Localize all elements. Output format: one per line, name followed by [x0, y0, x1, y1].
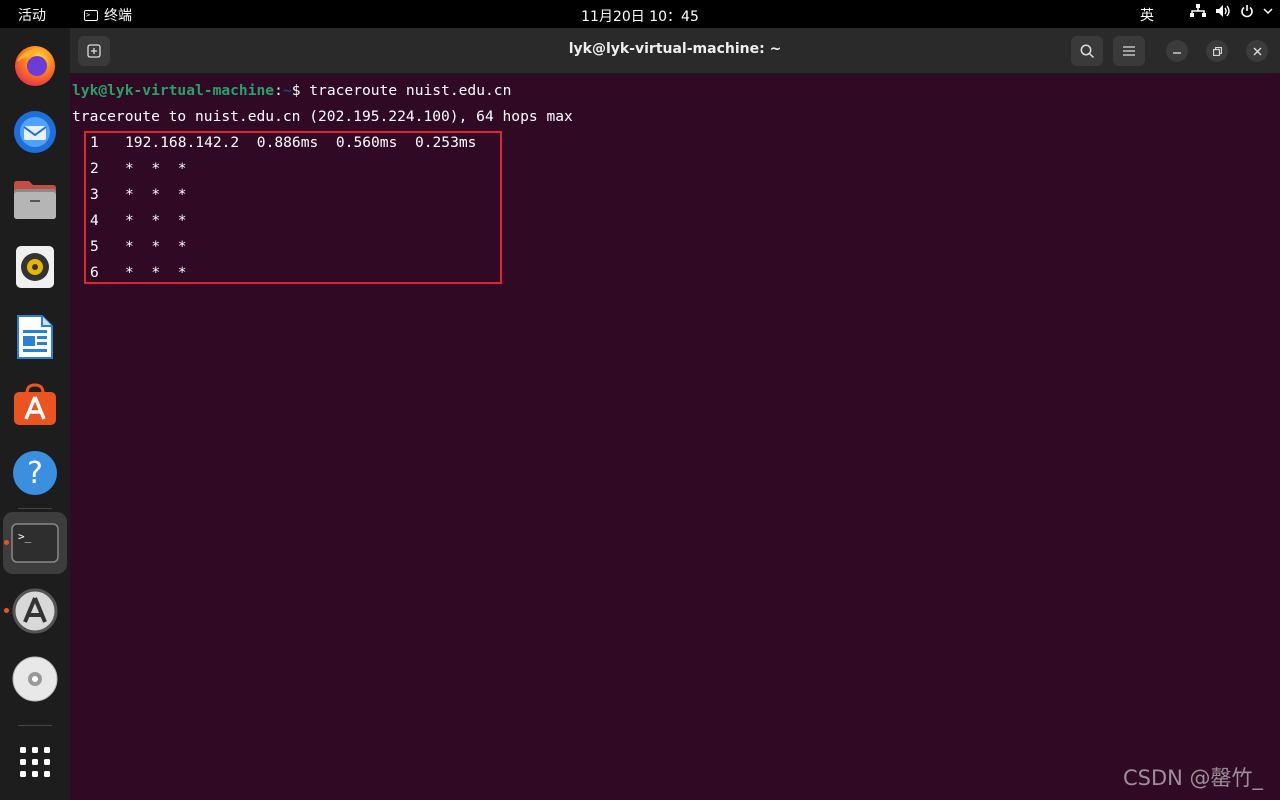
system-menu-chevron-icon — [1263, 8, 1273, 15]
dock-item-help[interactable]: ? — [0, 442, 70, 504]
dvd-icon — [12, 656, 58, 702]
dock-item-rhythmbox[interactable] — [0, 236, 70, 298]
dock-item-files[interactable] — [0, 168, 70, 230]
dock-item-firefox[interactable] — [0, 34, 70, 96]
search-button[interactable] — [1071, 36, 1103, 66]
close-button[interactable] — [1246, 40, 1268, 62]
svg-text:?: ? — [27, 456, 43, 491]
top-bar: 活动 > 终端 11月20日 10：45 英 — [0, 0, 1280, 28]
terminal-window: lyk@lyk-virtual-machine: ~ lyk@lyk-virtu… — [70, 28, 1280, 800]
hop-row: 3 * * * — [90, 186, 187, 203]
svg-text:>_: >_ — [18, 530, 32, 543]
search-icon — [1080, 44, 1094, 58]
scrollbar[interactable] — [1272, 73, 1280, 800]
minimize-button[interactable] — [1166, 40, 1188, 62]
dock-separator — [18, 725, 52, 726]
close-icon — [1253, 47, 1261, 55]
dock-item-writer[interactable] — [0, 306, 70, 368]
highlight-box — [84, 131, 502, 284]
dock-item-terminal[interactable]: >_ — [0, 512, 70, 574]
software-updater-icon — [12, 588, 58, 634]
thunderbird-icon — [14, 111, 56, 153]
libreoffice-writer-icon — [17, 315, 53, 359]
running-indicator — [4, 608, 9, 613]
terminal-icon: >_ — [11, 523, 59, 563]
running-indicator — [4, 540, 9, 545]
files-icon — [14, 181, 56, 219]
header-bar: lyk@lyk-virtual-machine: ~ — [70, 28, 1280, 74]
prompt-path: ~ — [282, 82, 292, 99]
maximize-button[interactable] — [1206, 40, 1228, 62]
terminal-output[interactable]: lyk@lyk-virtual-machine:~$ traceroute nu… — [70, 73, 1270, 800]
dock: ? >_ — [0, 28, 70, 800]
dock-item-software-updater[interactable] — [0, 580, 70, 642]
hop-row: 6 * * * — [90, 264, 187, 281]
minimize-icon — [1173, 52, 1181, 54]
menu-button[interactable] — [1113, 36, 1145, 66]
traceroute-header: traceroute to nuist.edu.cn (202.195.224.… — [72, 108, 573, 125]
dock-item-show-apps[interactable] — [0, 731, 70, 793]
input-method-indicator[interactable]: 英 — [1140, 5, 1154, 25]
help-icon: ? — [13, 451, 57, 495]
prompt-separator: : — [274, 82, 283, 99]
volume-icon — [1216, 5, 1230, 17]
hop-row: 5 * * * — [90, 238, 187, 255]
hop-row: 4 * * * — [90, 212, 187, 229]
restore-icon — [1212, 46, 1222, 56]
power-icon — [1241, 5, 1253, 18]
hop-row: 1 192.168.142.2 0.886ms 0.560ms 0.253ms — [90, 134, 477, 151]
hamburger-menu-icon — [1123, 46, 1135, 56]
watermark: CSDN @罄竹_ — [1123, 766, 1264, 790]
app-center-icon — [14, 383, 56, 425]
dock-separator — [18, 508, 52, 509]
dock-item-thunderbird[interactable] — [0, 100, 70, 162]
show-apps-icon — [20, 747, 50, 777]
firefox-icon — [15, 46, 55, 86]
system-tray[interactable] — [1190, 4, 1273, 18]
prompt-line: lyk@lyk-virtual-machine:~$ traceroute nu… — [72, 82, 511, 99]
hop-row: 2 * * * — [90, 160, 187, 177]
clock[interactable]: 11月20日 10：45 — [0, 6, 1280, 26]
dock-item-dvd[interactable] — [0, 648, 70, 710]
command-text: traceroute nuist.edu.cn — [300, 82, 512, 99]
network-icon — [1190, 4, 1206, 17]
prompt-user: lyk@lyk-virtual-machine — [72, 82, 275, 99]
rhythmbox-icon — [16, 246, 54, 288]
dock-item-app-center[interactable] — [0, 374, 70, 436]
